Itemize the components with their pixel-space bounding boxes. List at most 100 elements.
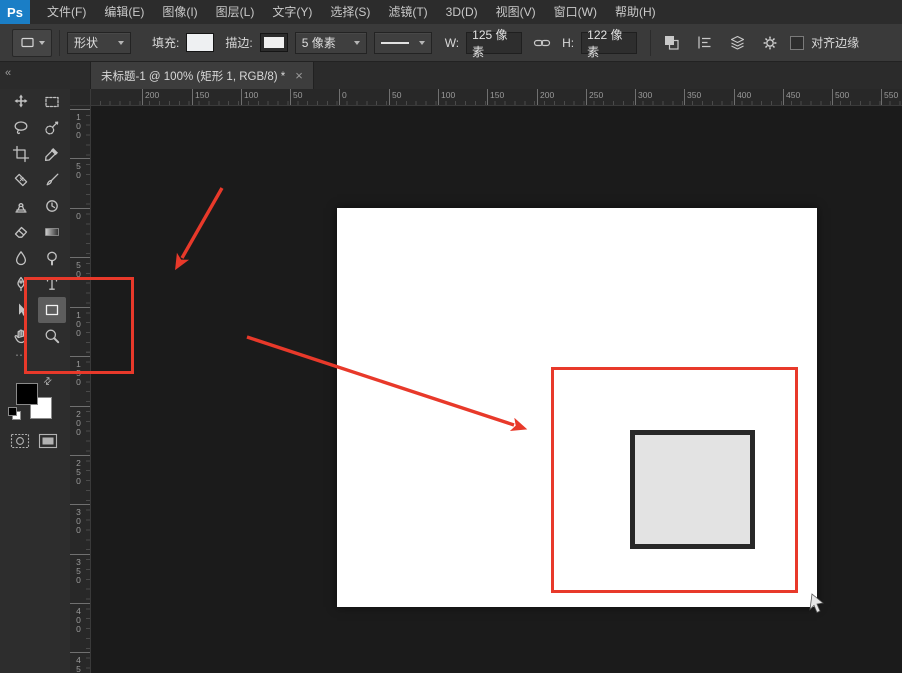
type-tool[interactable]	[38, 271, 66, 297]
gradient-tool[interactable]	[38, 219, 66, 245]
gear-icon	[761, 34, 779, 52]
quick-selection-tool[interactable]	[38, 115, 66, 141]
h-ruler-tick: 50	[290, 89, 291, 105]
document-tab[interactable]: 未标题-1 @ 100% (矩形 1, RGB/8) * ×	[90, 62, 314, 89]
fill-color-swatch[interactable]	[186, 33, 214, 52]
menu-filter[interactable]: 滤镜(T)	[379, 0, 436, 24]
quick-mask-button[interactable]	[10, 433, 30, 454]
menu-edit[interactable]: 编辑(E)	[95, 0, 153, 24]
more-tools-button[interactable]: ⋯	[7, 349, 35, 363]
menu-window[interactable]: 窗口(W)	[545, 0, 606, 24]
brush-tool[interactable]	[38, 167, 66, 193]
h-ruler-label: 450	[786, 90, 800, 100]
v-ruler-label: 50	[74, 161, 83, 179]
menu-view[interactable]: 视图(V)	[487, 0, 545, 24]
path-selection-tool[interactable]	[7, 297, 35, 323]
h-ruler-tick: 100	[438, 89, 439, 105]
close-tab-button[interactable]: ×	[295, 69, 303, 82]
h-ruler-label: 150	[195, 90, 209, 100]
eyedropper-tool[interactable]	[38, 141, 66, 167]
chevron-down-icon	[354, 41, 360, 45]
h-ruler-label: 500	[835, 90, 849, 100]
menu-file[interactable]: 文件(F)	[38, 0, 95, 24]
pen-tool[interactable]	[7, 271, 35, 297]
tool-preset-picker[interactable]	[12, 29, 52, 57]
layers-stack-icon	[729, 34, 746, 51]
horizontal-ruler[interactable]: 200 150 100 50 0 50 100 150 200 250 300 …	[90, 89, 902, 106]
shape-width-field[interactable]: 125 像素	[466, 32, 522, 54]
chevron-down-icon	[118, 41, 124, 45]
document-canvas[interactable]	[337, 208, 817, 607]
blur-tool[interactable]	[7, 245, 35, 271]
ruler-origin-corner[interactable]	[70, 89, 91, 106]
tool-mode-select[interactable]: 形状	[67, 32, 131, 54]
h-ruler-tick: 350	[684, 89, 685, 105]
menu-select[interactable]: 选择(S)	[321, 0, 379, 24]
stroke-width-select[interactable]: 5 像素	[295, 32, 367, 54]
menu-type[interactable]: 文字(Y)	[263, 0, 321, 24]
menu-help[interactable]: 帮助(H)	[606, 0, 665, 24]
align-edges-checkbox[interactable]	[790, 36, 804, 50]
zoom-tool[interactable]	[38, 323, 66, 349]
v-ruler-label: 50	[74, 260, 83, 278]
v-ruler-label: 450	[74, 655, 83, 673]
h-ruler-label: 250	[589, 90, 603, 100]
h-ruler-label: 400	[737, 90, 751, 100]
menu-3d[interactable]: 3D(D)	[437, 0, 487, 24]
h-ruler-tick: 300	[635, 89, 636, 105]
dodge-tool[interactable]	[38, 245, 66, 271]
h-ruler-label: 300	[638, 90, 652, 100]
rectangular-marquee-tool[interactable]	[38, 89, 66, 115]
v-ruler-tick: 250	[70, 455, 90, 485]
h-ruler-tick: 400	[734, 89, 735, 105]
eraser-tool[interactable]	[7, 219, 35, 245]
h-ruler-label: 100	[244, 90, 258, 100]
menu-image[interactable]: 图像(I)	[153, 0, 206, 24]
geometry-options-button[interactable]	[757, 31, 783, 55]
clone-stamp-tool[interactable]	[7, 193, 35, 219]
v-ruler-label: 200	[74, 409, 83, 436]
v-ruler-label: 100	[74, 112, 83, 139]
rectangle-tool-selected[interactable]	[38, 297, 66, 323]
shape-height-field[interactable]: 122 像素	[581, 32, 637, 54]
link-dimensions-button[interactable]	[529, 31, 555, 55]
crop-tool[interactable]	[7, 141, 35, 167]
h-ruler-tick: 450	[783, 89, 784, 105]
hand-tool[interactable]	[7, 323, 35, 349]
tool-mode-value: 形状	[74, 34, 98, 51]
chevron-down-icon	[419, 41, 425, 45]
menu-bar: Ps 文件(F) 编辑(E) 图像(I) 图层(L) 文字(Y) 选择(S) 滤…	[0, 0, 902, 25]
width-label: W:	[445, 36, 459, 50]
collapse-panel-icon[interactable]: «	[5, 67, 9, 79]
v-ruler-tick: 100	[70, 307, 90, 337]
h-ruler-tick: 200	[142, 89, 143, 105]
spot-healing-brush-tool[interactable]	[7, 167, 35, 193]
path-alignment-button[interactable]	[691, 31, 717, 55]
v-ruler-label: 250	[74, 458, 83, 485]
h-ruler-tick: 250	[586, 89, 587, 105]
lasso-tool[interactable]	[7, 115, 35, 141]
default-colors-icon[interactable]	[8, 407, 17, 416]
move-tool[interactable]	[7, 89, 35, 115]
menu-layer[interactable]: 图层(L)	[207, 0, 264, 24]
drawn-rectangle-shape[interactable]	[630, 430, 755, 549]
path-arrangement-button[interactable]	[724, 31, 750, 55]
swap-colors-icon[interactable]: ⇄	[41, 375, 55, 389]
v-ruler-tick: 400	[70, 603, 90, 633]
stroke-color-swatch[interactable]	[260, 33, 288, 52]
solid-line-icon	[381, 42, 409, 44]
h-ruler-tick: 500	[832, 89, 833, 105]
path-operations-button[interactable]	[658, 31, 684, 55]
v-ruler-tick: 300	[70, 504, 90, 534]
h-ruler-tick: 50	[389, 89, 390, 105]
stroke-type-select[interactable]	[374, 32, 432, 54]
foreground-color-swatch[interactable]	[16, 383, 38, 405]
history-brush-tool[interactable]	[38, 193, 66, 219]
v-ruler-label: 100	[74, 310, 83, 337]
h-ruler-label: 150	[490, 90, 504, 100]
canvas-pasteboard[interactable]	[90, 105, 902, 673]
vertical-ruler[interactable]: 100 50 0 50 100 150 200 250 300 350 400 …	[70, 105, 91, 673]
v-ruler-label: 150	[74, 359, 83, 386]
h-ruler-tick: 0	[339, 89, 340, 105]
screen-mode-button[interactable]	[38, 433, 58, 454]
